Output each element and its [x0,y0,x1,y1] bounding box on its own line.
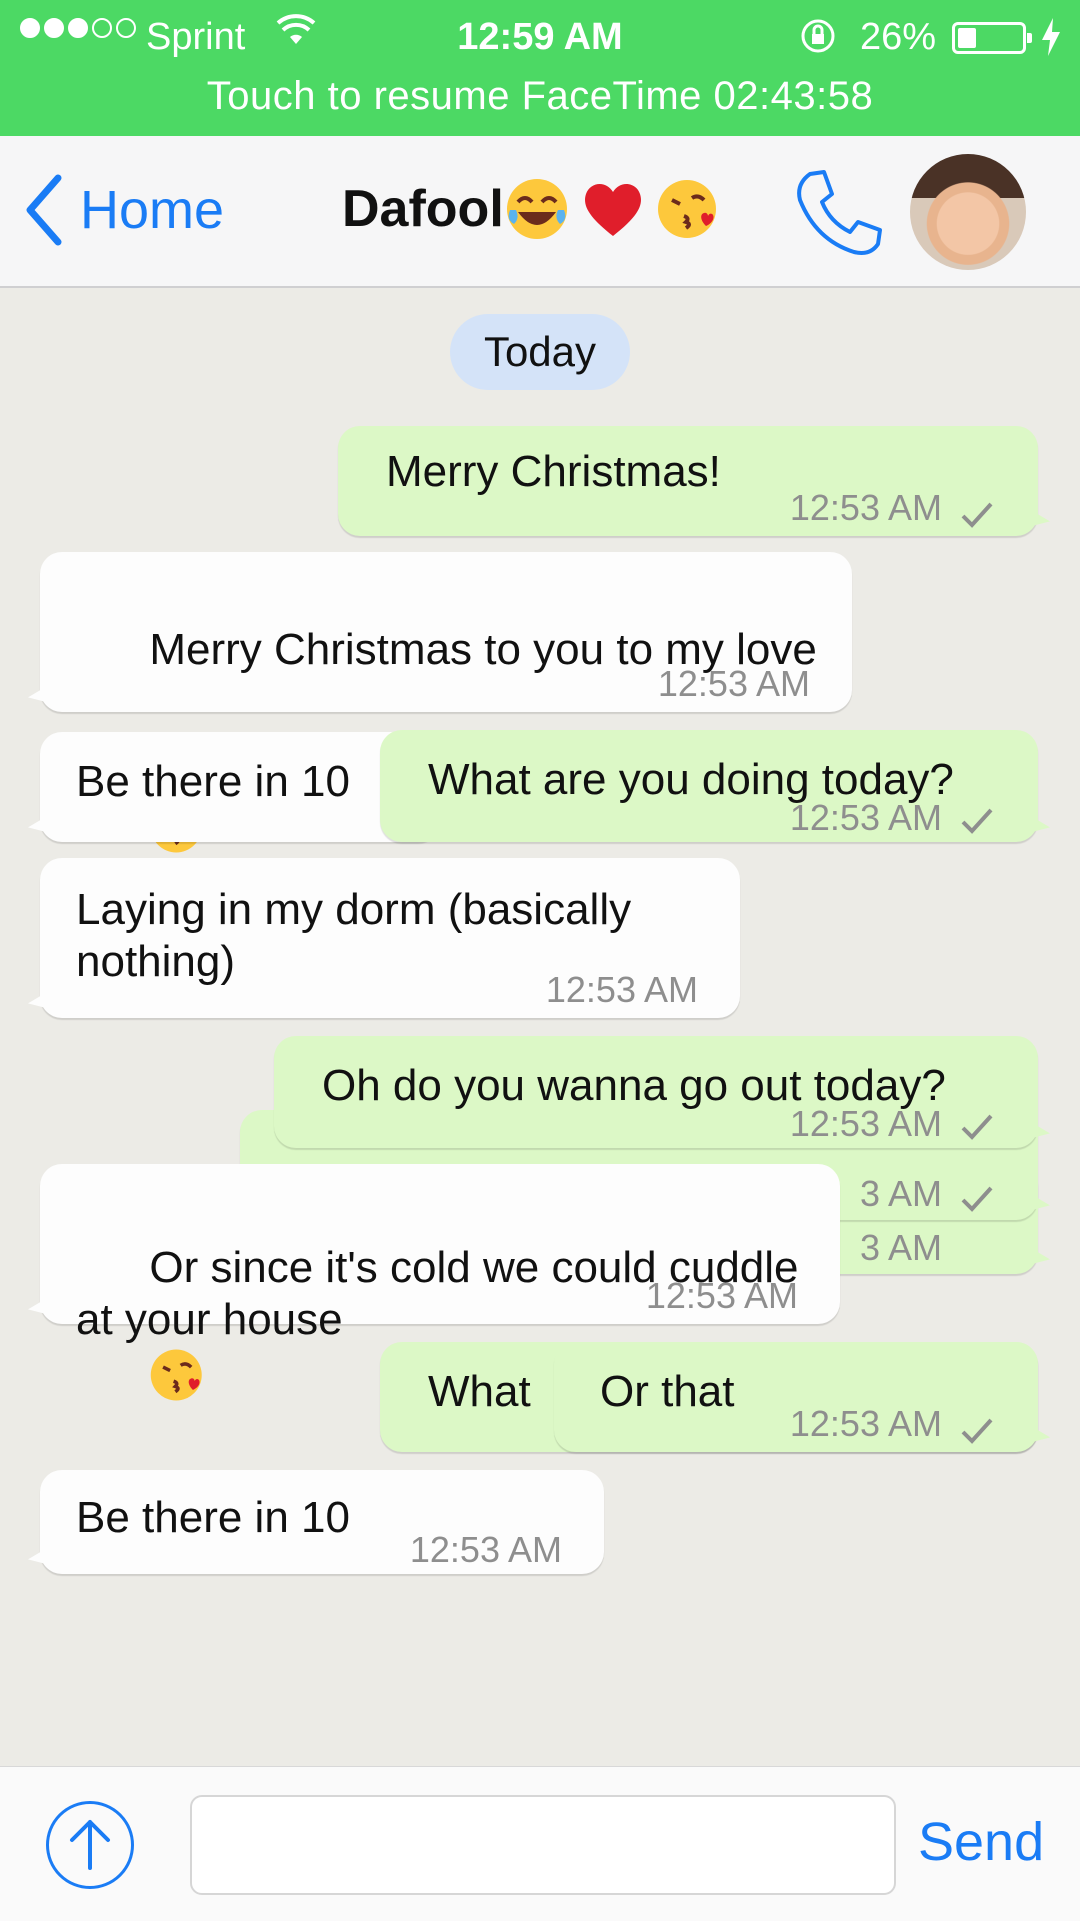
message-list[interactable]: Today Merry Christmas! 12:53 AM Merry Ch… [0,288,1080,1766]
message-text: Be there in 10 [76,757,350,806]
face-blowing-kiss-icon [657,180,716,238]
chat-header: Home Dafool [0,136,1080,288]
back-label: Home [80,180,225,240]
message-outgoing[interactable]: Or that 12:53 AM [554,1342,1050,1452]
contact-name[interactable]: Dafool [342,176,722,242]
attach-button[interactable] [46,1801,134,1889]
message-time: 12:53 AM [545,969,698,1010]
battery-icon [952,22,1032,54]
send-button[interactable]: Send [918,1811,1044,1873]
arrow-up-icon [70,1820,110,1870]
message-time: 12:53 AM [789,487,942,528]
charging-icon [1040,18,1062,66]
message-time: 3 AM [859,1227,942,1268]
rotation-lock-icon [798,16,838,66]
message-time: 12:53 AM [657,663,810,704]
date-separator: Today [450,314,630,390]
facetime-resume-banner[interactable]: Touch to resume FaceTime 02:43:58 [0,74,1080,119]
sent-check-icon [961,1114,993,1140]
message-time: 12:53 AM [409,1529,562,1570]
status-bar[interactable]: Sprint 12:59 AM 26% Touch to resume Face… [0,0,1080,136]
message-incoming[interactable]: Or since it's cold we could cuddle at yo… [28,1164,840,1401]
message-time: 12:53 AM [789,797,942,838]
chevron-left-icon [26,174,62,246]
sent-check-icon [961,502,993,528]
sent-check-icon [961,1418,993,1444]
status-row: Sprint 12:59 AM 26% [0,10,1080,64]
message-incoming[interactable]: Merry Christmas to you to my love 12:53 … [28,552,852,853]
message-incoming[interactable]: Laying in my dorm (basically nothing) 12… [28,858,740,1018]
sent-check-icon [961,1186,993,1212]
message-outgoing[interactable]: Merry Christmas! 12:53 AM [338,426,1050,536]
phone-call-icon[interactable] [790,166,886,267]
message-time: 12:53 AM [789,1403,942,1444]
message-time: 12:53 AM [789,1103,942,1144]
battery-percent: 26% [860,16,937,58]
message-outgoing[interactable]: What are you doing today? 12:53 AM [380,730,1050,842]
message-outgoing[interactable]: Oh do you wanna go out today? 12:53 AM [274,1036,1050,1148]
message-incoming[interactable]: Be there in 10 12:53 AM [28,1470,604,1574]
message-input[interactable] [190,1795,896,1895]
message-time: 3 AM [859,1173,942,1214]
face-with-tears-of-joy-icon [506,179,567,239]
composer-bar: Send [0,1766,1080,1921]
message-time: 12:53 AM [645,1275,798,1316]
contact-name-text: Dafool [342,180,504,238]
avatar[interactable] [910,154,1026,270]
back-button[interactable]: Home [24,174,224,246]
red-heart-icon [584,183,641,236]
sent-check-icon [961,808,993,834]
face-blowing-kiss-icon [151,1349,203,1401]
